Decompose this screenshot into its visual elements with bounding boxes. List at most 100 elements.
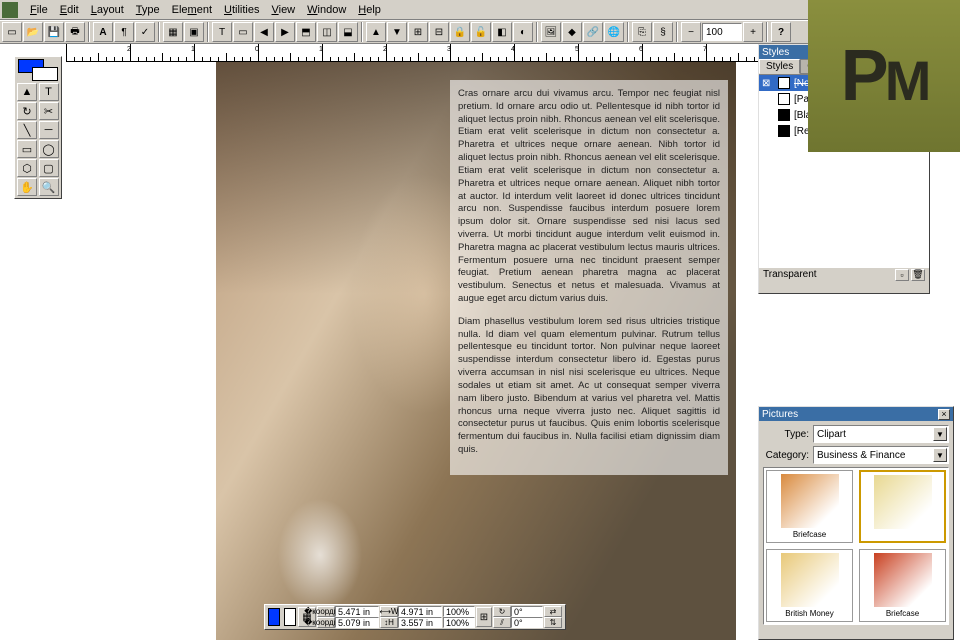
tb-para[interactable]: ¶: [114, 22, 134, 42]
val-x[interactable]: 5.471 in: [335, 606, 379, 617]
tb-frame[interactable]: ▭: [233, 22, 253, 42]
tb-links[interactable]: 🔗: [583, 22, 603, 42]
chevron-down-icon: ▼: [933, 427, 947, 441]
tb-wrap[interactable]: ◧: [492, 22, 512, 42]
lbl-y: �координY: [317, 617, 335, 628]
sep: [676, 22, 678, 42]
ctrl-constrain[interactable]: ⊞: [476, 607, 492, 627]
ctrl-fill-swatch[interactable]: [268, 608, 280, 626]
category-value: Business & Finance: [817, 450, 905, 461]
val-h[interactable]: 3.557 in: [398, 617, 442, 628]
menu-type[interactable]: Type: [130, 2, 166, 18]
tb-ps[interactable]: ◆: [562, 22, 582, 42]
thumbnail-grid: BriefcaseBritish MoneyBriefcase: [763, 467, 949, 625]
logo-m: M: [885, 49, 928, 112]
tool-line[interactable]: ╲: [17, 121, 37, 139]
tb-outdent[interactable]: ◀: [254, 22, 274, 42]
color-swatch[interactable]: [18, 59, 58, 81]
tb-zoomin[interactable]: +: [743, 22, 763, 42]
type-dropdown[interactable]: Clipart ▼: [813, 425, 949, 443]
tool-rotate[interactable]: ↻: [17, 102, 37, 120]
tb-help[interactable]: ?: [771, 22, 791, 42]
tool-crop[interactable]: ✂: [39, 102, 59, 120]
thumbnail[interactable]: Briefcase: [766, 470, 853, 543]
text-frame[interactable]: Cras ornare arcu dui vivamus arcu. Tempo…: [450, 80, 728, 475]
pictures-panel: Pictures × Type: Clipart▼ Category: Busi…: [758, 406, 954, 640]
menu-element[interactable]: Element: [166, 2, 218, 18]
tb-lock[interactable]: 🔒: [450, 22, 470, 42]
sep: [88, 22, 90, 42]
lbl-rot: ↻: [493, 606, 511, 617]
pictures-title: Pictures: [762, 409, 798, 420]
tb-char[interactable]: A: [93, 22, 113, 42]
tb-stroke[interactable]: ▣: [184, 22, 204, 42]
tb-open[interactable]: 📂: [23, 22, 43, 42]
tb-spell[interactable]: ✓: [135, 22, 155, 42]
tb-vtop[interactable]: ⬒: [296, 22, 316, 42]
sep: [627, 22, 629, 42]
tb-group[interactable]: ⊞: [408, 22, 428, 42]
tool-hand[interactable]: ✋: [17, 178, 37, 196]
category-dropdown[interactable]: Business & Finance▼: [813, 446, 949, 464]
tb-fill[interactable]: ▦: [163, 22, 183, 42]
val-y[interactable]: 5.079 in: [335, 617, 379, 628]
tb-vcenter[interactable]: ◫: [317, 22, 337, 42]
menu-utilities[interactable]: Utilities: [218, 2, 265, 18]
tb-hyperlink[interactable]: ⎘: [632, 22, 652, 42]
menu-file[interactable]: File: [24, 2, 54, 18]
lbl-flipv[interactable]: ⇅: [544, 617, 562, 628]
tool-ellipse[interactable]: ◯: [39, 140, 59, 158]
tb-unlock[interactable]: 🔓: [471, 22, 491, 42]
menu-help[interactable]: Help: [352, 2, 387, 18]
tb-ungroup[interactable]: ⊟: [429, 22, 449, 42]
tool-pointer[interactable]: ▲: [17, 83, 37, 101]
sep: [361, 22, 363, 42]
new-style-icon[interactable]: ▫: [895, 269, 909, 281]
tb-new[interactable]: ▭: [2, 22, 22, 42]
type-value: Clipart: [817, 429, 846, 440]
tool-polygon[interactable]: ⬡: [17, 159, 37, 177]
tb-zoomout[interactable]: −: [681, 22, 701, 42]
val-pctw[interactable]: 100%: [443, 606, 475, 617]
type-label: Type:: [763, 429, 809, 440]
menu-edit[interactable]: Edit: [54, 2, 85, 18]
thumbnail[interactable]: [859, 470, 946, 543]
thumbnail[interactable]: Briefcase: [859, 549, 946, 622]
tb-image[interactable]: 🖼: [541, 22, 561, 42]
tool-orthogonal[interactable]: ─: [39, 121, 59, 139]
tb-mask[interactable]: ◐: [513, 22, 533, 42]
val-pcth[interactable]: 100%: [443, 617, 475, 628]
tb-textblock[interactable]: T: [212, 22, 232, 42]
tb-vbottom[interactable]: ⬓: [338, 22, 358, 42]
thumbnail[interactable]: British Money: [766, 549, 853, 622]
tb-web[interactable]: 🌐: [604, 22, 624, 42]
control-bar: ▦ �координX5.471 in �координY5.079 in ⟷W…: [264, 604, 566, 630]
styles-title: Styles: [762, 47, 789, 58]
tool-roundrect[interactable]: ▢: [39, 159, 59, 177]
tool-zoom[interactable]: 🔍: [39, 178, 59, 196]
tb-front[interactable]: ▲: [366, 22, 386, 42]
menu-window[interactable]: Window: [301, 2, 352, 18]
menu-layout[interactable]: Layout: [85, 2, 130, 18]
tb-save[interactable]: 💾: [44, 22, 64, 42]
tb-showurl[interactable]: §: [653, 22, 673, 42]
tb-back[interactable]: ▼: [387, 22, 407, 42]
tb-print[interactable]: 🖶: [65, 22, 85, 42]
menu-view[interactable]: View: [265, 2, 301, 18]
val-w[interactable]: 4.971 in: [398, 606, 442, 617]
tab-styles[interactable]: Styles: [759, 59, 800, 74]
pictures-titlebar[interactable]: Pictures ×: [759, 407, 953, 421]
zoom-field[interactable]: 100: [702, 23, 742, 41]
lbl-fliph[interactable]: ⇄: [544, 606, 562, 617]
trash-icon[interactable]: 🗑: [911, 269, 925, 281]
tool-text[interactable]: T: [39, 83, 59, 101]
lbl-w: ⟷W: [380, 606, 398, 617]
sep: [158, 22, 160, 42]
tool-rect[interactable]: ▭: [17, 140, 37, 158]
val-skew[interactable]: 0°: [511, 617, 543, 628]
tb-indent[interactable]: ▶: [275, 22, 295, 42]
ctrl-stroke-swatch[interactable]: [284, 608, 296, 626]
close-icon[interactable]: ×: [938, 409, 950, 420]
val-rot[interactable]: 0°: [511, 606, 543, 617]
body-text-p1: Cras ornare arcu dui vivamus arcu. Tempo…: [458, 88, 720, 306]
